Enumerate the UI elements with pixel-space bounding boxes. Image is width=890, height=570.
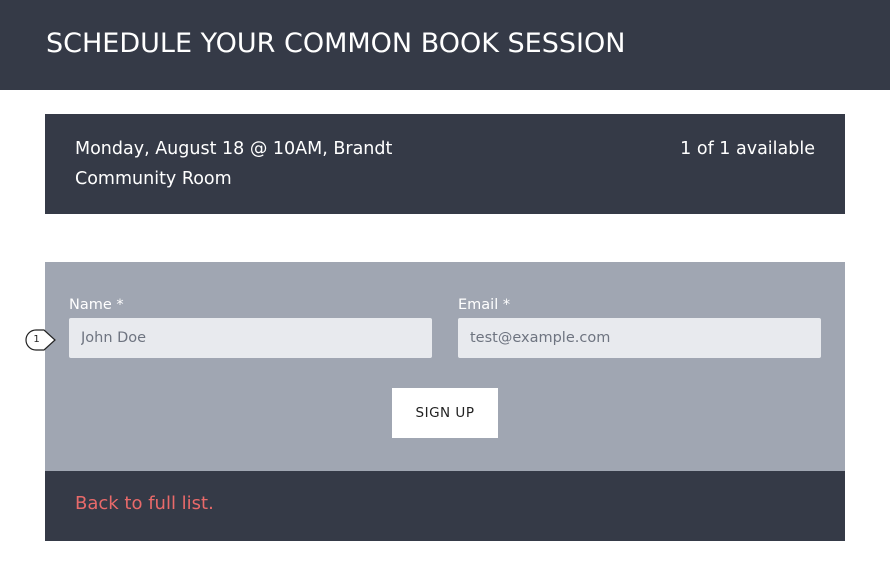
email-input[interactable] [458, 318, 821, 358]
back-to-list-link[interactable]: Back to full list. [75, 493, 214, 514]
name-label: Name * [69, 297, 124, 313]
session-description: Monday, August 18 @ 10AM, Brandt Communi… [75, 139, 393, 189]
callout-number: 1 [33, 334, 40, 345]
footer-bar: Back to full list. [45, 471, 845, 541]
session-card: Monday, August 18 @ 10AM, Brandt Communi… [45, 114, 845, 214]
email-label: Email * [458, 297, 511, 313]
page-title: SCHEDULE YOUR COMMON BOOK SESSION [46, 28, 626, 59]
page-header: SCHEDULE YOUR COMMON BOOK SESSION [0, 0, 890, 90]
numbered-callout-icon: 1 [25, 329, 57, 351]
signup-form: Name * Email * SIGN UP [45, 262, 845, 471]
session-availability: 1 of 1 available [680, 139, 815, 159]
sign-up-button[interactable]: SIGN UP [392, 388, 498, 438]
name-input[interactable] [69, 318, 432, 358]
